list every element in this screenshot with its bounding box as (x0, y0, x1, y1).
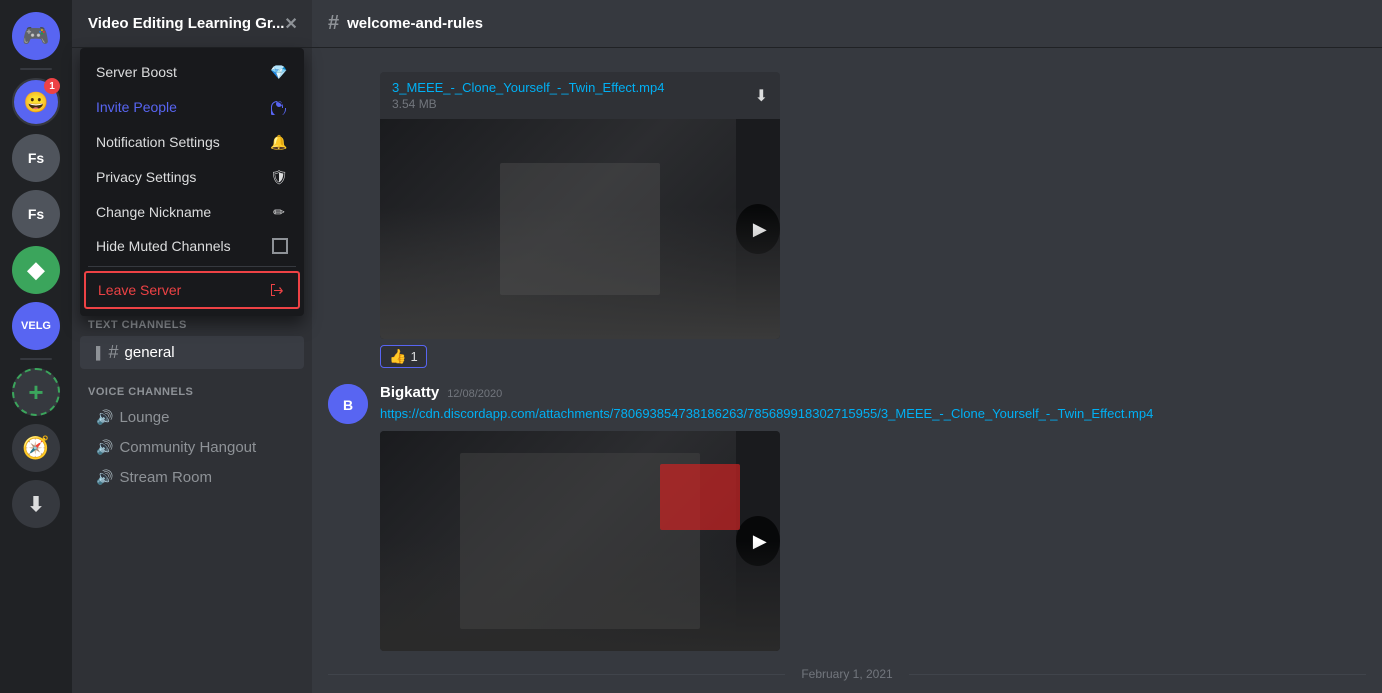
video-thumbnail-2[interactable] (380, 431, 780, 651)
privacy-settings-label: Privacy Settings (96, 169, 196, 185)
general-channel-name: general (125, 344, 175, 361)
sidebar-divider (20, 68, 52, 70)
main-content: # welcome-and-rules 3_MEEE_-_Clone_Yours… (312, 0, 1382, 693)
download-icon[interactable]: ⬇ (12, 480, 60, 528)
community-hangout-channel[interactable]: 🔊 Community Hangout (80, 433, 304, 462)
close-icon[interactable]: ✕ (284, 14, 297, 34)
channel-header-hash-icon: # (328, 12, 339, 35)
server-boost-icon: 💎 (270, 63, 288, 81)
invite-people-item[interactable]: Invite People (84, 90, 300, 124)
community-hangout-speaker-icon: 🔊 (96, 439, 113, 456)
bigkatty-username: Bigkatty (380, 384, 439, 401)
bigkatty-video-attachment (380, 431, 780, 651)
leave-server-label: Leave Server (98, 282, 181, 298)
stream-room-speaker-icon: 🔊 (96, 469, 113, 486)
text-channels-label: TEXT CHANNELS (88, 319, 187, 331)
add-server-icon[interactable]: + (12, 368, 60, 416)
lounge-channel-name: Lounge (119, 409, 169, 426)
first-video-attachment: 3_MEEE_-_Clone_Yourself_-_Twin_Effect.mp… (380, 72, 780, 339)
video-filename-1: 3_MEEE_-_Clone_Yourself_-_Twin_Effect.mp… (392, 80, 664, 95)
voice-section-label: VOICE CHANNELS (88, 386, 193, 398)
bigkatty-message-meta: Bigkatty 12/08/2020 (380, 384, 1366, 401)
channel-header-name: welcome-and-rules (347, 15, 483, 32)
general-channel[interactable]: ▌ # general (80, 336, 304, 369)
stream-room-channel[interactable]: 🔊 Stream Room (80, 463, 304, 492)
sidebar-divider-2 (20, 358, 52, 360)
reaction-emoji: 👍 (389, 348, 406, 365)
first-attachment-group: 3_MEEE_-_Clone_Yourself_-_Twin_Effect.mp… (328, 72, 1366, 368)
video-info-1: 3_MEEE_-_Clone_Yourself_-_Twin_Effect.mp… (392, 80, 664, 111)
fs2-server-icon[interactable]: Fs (12, 190, 60, 238)
change-nickname-item[interactable]: Change Nickname ✏ (84, 195, 300, 229)
bigkatty-message-link[interactable]: https://cdn.discordapp.com/attachments/7… (380, 406, 1153, 421)
leave-server-icon (268, 281, 286, 299)
notif-server-icon[interactable]: 😀 (12, 78, 60, 126)
hide-muted-channels-label: Hide Muted Channels (96, 238, 231, 254)
stream-room-channel-name: Stream Room (119, 469, 212, 486)
channel-sidebar: Video Editing Learning Gr... ✕ Server Bo… (72, 0, 312, 693)
bigkatty-avatar: B (328, 384, 368, 424)
notification-settings-icon: 🔔 (270, 133, 288, 151)
hide-muted-channels-checkbox[interactable] (272, 238, 288, 254)
invite-people-icon (270, 98, 288, 116)
discord-home-icon[interactable]: 🎮 (12, 12, 60, 60)
change-nickname-label: Change Nickname (96, 204, 211, 220)
video-download-icon-1[interactable]: ⬇ (755, 86, 768, 106)
context-menu: Server Boost 💎 Invite People Notificatio… (80, 48, 304, 316)
svg-text:B: B (343, 397, 353, 413)
video-header-1: 3_MEEE_-_Clone_Yourself_-_Twin_Effect.mp… (380, 72, 780, 119)
general-hash-icon: # (109, 342, 119, 363)
channel-header: # welcome-and-rules (312, 0, 1382, 48)
velg-server-icon[interactable]: VELG (12, 302, 60, 350)
reaction-thumbsup[interactable]: 👍 1 (380, 345, 427, 368)
date-divider-label: February 1, 2021 (785, 667, 908, 681)
server-name[interactable]: Video Editing Learning Gr... ✕ (72, 0, 312, 48)
fs1-server-icon[interactable]: Fs (12, 134, 60, 182)
notification-settings-item[interactable]: Notification Settings 🔔 (84, 125, 300, 159)
video-thumbnail-1[interactable] (380, 119, 780, 339)
leave-server-item[interactable]: Leave Server (84, 271, 300, 309)
video-bg-2 (380, 431, 736, 651)
filmora-server-icon[interactable]: ◆ (12, 246, 60, 294)
video-bg-1 (380, 119, 736, 339)
bigkatty-message-content: Bigkatty 12/08/2020 https://cdn.discorda… (380, 384, 1366, 651)
server-sidebar: 🎮 😀 Fs Fs ◆ VELG + 🧭 ⬇ (0, 0, 72, 693)
active-indicator: ▌ (96, 346, 105, 360)
lounge-speaker-icon: 🔊 (96, 409, 113, 426)
lounge-channel[interactable]: 🔊 Lounge (80, 403, 304, 432)
dropdown-divider (88, 266, 296, 267)
video-filesize-1: 3.54 MB (392, 97, 664, 111)
server-boost-label: Server Boost (96, 64, 177, 80)
bigkatty-timestamp: 12/08/2020 (447, 388, 502, 400)
server-boost-item[interactable]: Server Boost 💎 (84, 55, 300, 89)
server-name-text: Video Editing Learning Gr... (88, 15, 284, 32)
community-hangout-channel-name: Community Hangout (119, 439, 256, 456)
hide-muted-channels-item[interactable]: Hide Muted Channels (84, 230, 300, 262)
privacy-settings-icon: 🛡 (270, 168, 288, 186)
bigkatty-message-group: B Bigkatty 12/08/2020 https://cdn.discor… (328, 384, 1366, 651)
discover-icon[interactable]: 🧭 (12, 424, 60, 472)
voice-channels-header: VOICE CHANNELS (72, 370, 312, 402)
privacy-settings-item[interactable]: Privacy Settings 🛡 (84, 160, 300, 194)
reaction-count: 1 (410, 349, 417, 364)
date-divider: February 1, 2021 (328, 667, 1366, 681)
messages-container: 3_MEEE_-_Clone_Yourself_-_Twin_Effect.mp… (312, 48, 1382, 693)
notification-settings-label: Notification Settings (96, 134, 220, 150)
change-nickname-icon: ✏ (270, 203, 288, 221)
invite-people-label: Invite People (96, 99, 177, 115)
